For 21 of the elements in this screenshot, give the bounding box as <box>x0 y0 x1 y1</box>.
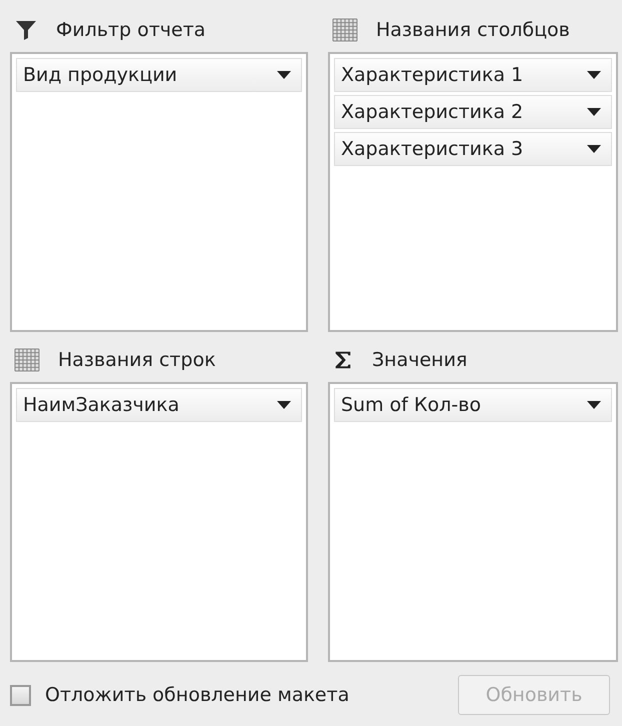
grid-icon <box>14 348 40 372</box>
grid-icon <box>332 18 358 42</box>
area-title: Фильтр отчета <box>56 19 206 41</box>
field-chip[interactable]: Вид продукции <box>16 58 302 92</box>
dropdown-caret-icon <box>587 71 601 79</box>
field-chip[interactable]: Характеристика 2 <box>334 95 612 129</box>
field-chip[interactable]: Характеристика 1 <box>334 58 612 92</box>
area-title: Названия строк <box>58 349 216 371</box>
dropdown-caret-icon <box>587 401 601 409</box>
area-title: Названия столбцов <box>376 19 570 41</box>
filter-icon <box>14 18 38 42</box>
field-chip[interactable]: Характеристика 3 <box>334 132 612 166</box>
area-title: Значения <box>372 349 468 371</box>
dropdown-caret-icon <box>587 108 601 116</box>
field-chip[interactable]: Sum of Кол-во <box>334 388 612 422</box>
dropdown-caret-icon <box>277 71 291 79</box>
dropdown-caret-icon <box>277 401 291 409</box>
dropdown-caret-icon <box>587 145 601 153</box>
field-chip[interactable]: НаимЗаказчика <box>16 388 302 422</box>
checkbox-label: Отложить обновление макета <box>45 684 350 706</box>
checkbox[interactable] <box>10 684 31 706</box>
